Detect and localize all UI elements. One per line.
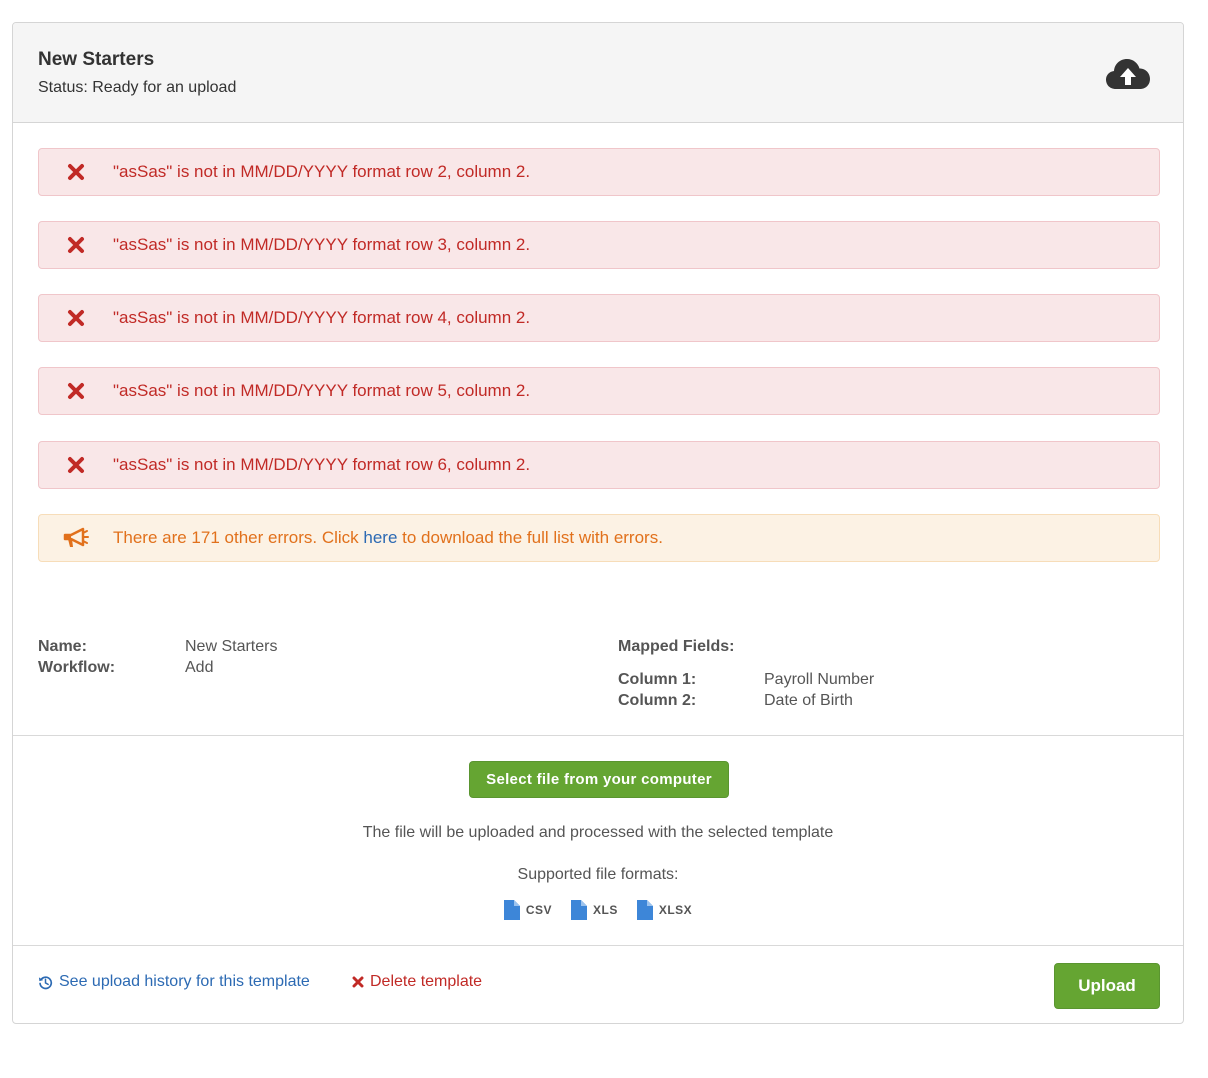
delete-template-link[interactable]: Delete template	[352, 973, 482, 991]
format-item: XLS	[571, 900, 618, 920]
error-message: "asSas" is not in MM/DD/YYYY format row …	[113, 381, 531, 400]
column-2-value: Date of Birth	[764, 692, 853, 709]
file-icon	[571, 900, 587, 920]
error-alert: "asSas" is not in MM/DD/YYYY format row …	[38, 221, 1160, 269]
column-2-label: Column 2:	[618, 692, 697, 709]
format-label: CSV	[525, 903, 552, 917]
error-message: "asSas" is not in MM/DD/YYYY format row …	[113, 455, 531, 474]
close-icon	[352, 976, 364, 988]
upload-button[interactable]: Upload	[1054, 963, 1160, 1009]
upload-history-label: See upload history for this template	[59, 973, 310, 990]
panel-header: New Starters Status: Ready for an upload	[13, 23, 1183, 123]
format-label: XLSX	[658, 903, 693, 917]
close-icon	[68, 383, 84, 399]
format-item: XLSX	[636, 900, 693, 920]
delete-template-label: Delete template	[370, 973, 483, 990]
format-item: CSV	[503, 900, 552, 920]
warning-text-suffix: to download the full list with errors.	[397, 528, 663, 547]
name-label: Name:	[38, 638, 87, 655]
error-message: "asSas" is not in MM/DD/YYYY format row …	[113, 235, 531, 254]
workflow-value: Add	[185, 659, 214, 676]
cloud-upload-icon	[1106, 59, 1150, 89]
column-1-value: Payroll Number	[764, 671, 875, 688]
template-panel: New Starters Status: Ready for an upload…	[12, 22, 1184, 1024]
upload-status: Status: Ready for an upload	[38, 79, 237, 96]
divider	[13, 945, 1183, 946]
error-alert: "asSas" is not in MM/DD/YYYY format row …	[38, 148, 1160, 196]
supported-formats-list: CSV XLS XLSX	[13, 900, 1183, 920]
close-icon	[68, 457, 84, 473]
format-label: XLS	[593, 903, 618, 917]
history-icon	[38, 975, 53, 989]
close-icon	[68, 164, 84, 180]
error-alert: "asSas" is not in MM/DD/YYYY format row …	[38, 367, 1160, 415]
download-errors-link[interactable]: here	[363, 528, 397, 547]
panel-title: New Starters	[38, 49, 155, 70]
error-message: "asSas" is not in MM/DD/YYYY format row …	[113, 162, 531, 181]
error-alert: "asSas" is not in MM/DD/YYYY format row …	[38, 441, 1160, 489]
upload-history-link[interactable]: See upload history for this template	[38, 973, 310, 991]
divider	[13, 735, 1183, 736]
file-icon	[503, 900, 520, 920]
megaphone-icon	[63, 527, 89, 547]
supported-formats-label: Supported file formats:	[517, 866, 679, 883]
column-1-label: Column 1:	[618, 671, 697, 688]
error-alert: "asSas" is not in MM/DD/YYYY format row …	[38, 294, 1160, 342]
file-icon	[636, 900, 653, 920]
close-icon	[68, 237, 84, 253]
close-icon	[68, 310, 84, 326]
error-message: "asSas" is not in MM/DD/YYYY format row …	[113, 308, 531, 327]
name-value: New Starters	[185, 638, 278, 655]
upload-info-text: The file will be uploaded and processed …	[362, 824, 834, 841]
select-file-button[interactable]: Select file from your computer	[469, 761, 729, 798]
workflow-label: Workflow:	[38, 659, 116, 676]
warning-alert: There are 171 other errors. Click here t…	[38, 514, 1160, 562]
mapped-fields-label: Mapped Fields:	[618, 638, 735, 655]
warning-text: There are 171 other errors. Click	[113, 528, 364, 547]
